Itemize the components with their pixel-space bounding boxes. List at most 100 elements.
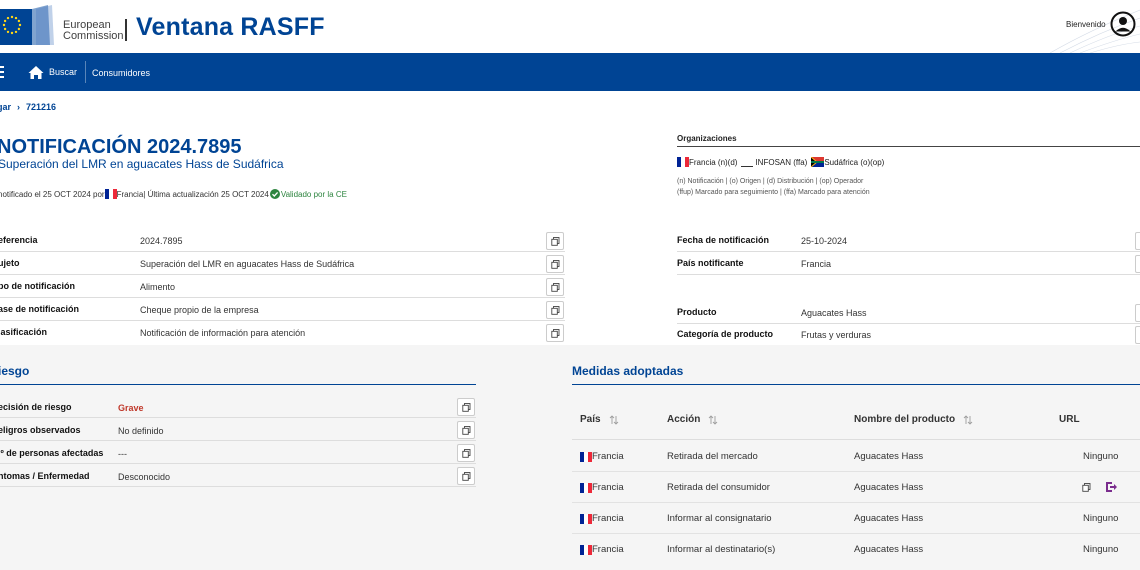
action-cell: Informar al consignatario (667, 513, 772, 524)
risk-value: Desconocido (118, 472, 171, 482)
menu-icon[interactable] (0, 63, 4, 81)
action-cell: Retirada del consumidor (667, 482, 770, 493)
org-france[interactable]: Francia (n)(d) (689, 158, 737, 167)
infosan-icon (741, 158, 754, 167)
breadcrumb-parent[interactable]: gar (0, 102, 11, 112)
south-africa-flag-icon (811, 157, 825, 167)
organizations-legend: (n) Notificación | (o) Origen | (d) Dist… (677, 176, 870, 198)
user-account-icon[interactable] (1110, 11, 1136, 37)
measures-table-row: Francia Retirada del mercado Aguacates H… (572, 441, 1140, 472)
nav-search-link[interactable]: Buscar (49, 67, 77, 77)
copy-icon (550, 236, 559, 246)
url-cell: Ninguno (1083, 544, 1119, 555)
top-header: European Commission Ventana RASFF Bienve… (0, 0, 1140, 53)
column-header-label: Acción (667, 414, 701, 425)
copy-button[interactable] (546, 232, 564, 250)
sort-icon (609, 414, 618, 425)
copy-icon (461, 448, 470, 458)
copy-button[interactable] (546, 278, 564, 296)
copy-button[interactable] (457, 444, 475, 462)
breadcrumb-current: 721216 (26, 102, 57, 112)
risk-value: --- (118, 449, 127, 459)
copy-button[interactable] (457, 398, 475, 416)
france-flag-icon (104, 189, 117, 199)
copy-button[interactable] (546, 301, 564, 319)
action-cell: Informar al destinatario(s) (667, 544, 776, 555)
detail-label: lasificación (0, 327, 48, 337)
main-navigation: Buscar Consumidores (0, 53, 1140, 91)
column-header-url: URL (1059, 414, 1080, 425)
app-title[interactable]: Ventana RASFF (136, 13, 325, 42)
copy-icon (550, 282, 559, 292)
copy-button[interactable] (1135, 326, 1140, 344)
european-commission-logo[interactable] (0, 5, 60, 45)
country-cell: Francia (580, 482, 624, 493)
column-header-product[interactable]: Nombre del producto (854, 414, 973, 425)
copy-button[interactable] (546, 255, 564, 273)
nav-consumers-link[interactable]: Consumidores (92, 68, 150, 78)
country-cell: Francia (580, 544, 624, 555)
sort-icon (963, 414, 973, 425)
column-header-label: Nombre del producto (854, 414, 956, 425)
detail-value: Notificación de información para atenció… (140, 328, 306, 338)
risk-label: ntomas / Enfermedad (0, 471, 90, 481)
risk-label: .º de personas afectadas (0, 448, 104, 458)
measures-section-divider (572, 384, 1140, 385)
breadcrumb: gar › 721216 (0, 102, 56, 112)
detail-value: Cheque propio de la empresa (140, 305, 259, 315)
detail-row: ujeto Superación del LMR en aguacates Ha… (0, 253, 565, 275)
copy-button[interactable] (1135, 304, 1140, 322)
copy-button[interactable] (1135, 232, 1140, 250)
organizations-title: Organizaciones (677, 134, 737, 143)
country-name: Francia (592, 544, 624, 555)
risk-decision-value: Grave (118, 403, 144, 413)
detail-label: Producto (677, 307, 717, 317)
risk-label: eligros observados (0, 425, 81, 435)
detail-value: Frutas y verduras (801, 330, 872, 340)
url-cell: Ninguno (1083, 451, 1119, 462)
column-header-country[interactable]: País (580, 414, 619, 425)
home-icon[interactable] (28, 65, 44, 80)
product-cell: Aguacates Hass (854, 544, 924, 555)
meta-notified: notificado el 25 OCT 2024 por (0, 189, 105, 199)
copy-button[interactable] (457, 421, 475, 439)
column-header-label: País (580, 414, 601, 425)
france-flag-icon (580, 482, 592, 493)
copy-icon (461, 402, 470, 412)
copy-button[interactable] (546, 324, 564, 342)
risk-value: No definido (118, 426, 164, 436)
measures-table-row: Francia Informar al destinatario(s) Agua… (572, 534, 1140, 565)
sort-icon (709, 414, 718, 425)
copy-button[interactable] (1135, 255, 1140, 273)
copy-button[interactable] (457, 467, 475, 485)
organizations-divider (677, 146, 1140, 147)
column-header-action[interactable]: Acción (667, 414, 718, 425)
product-cell: Aguacates Hass (854, 451, 924, 462)
risk-label: ecisión de riesgo (0, 402, 72, 412)
ec-logo-text: European Commission (63, 20, 124, 42)
organizations-list: Francia (n)(d) INFOSAN (ffa) Sudáfrica (… (677, 157, 884, 167)
org-south-africa[interactable]: Sudáfrica (o)(op) (824, 158, 884, 167)
country-cell: Francia (580, 451, 624, 462)
column-header-label: URL (1059, 414, 1080, 425)
measures-table-row: Francia Retirada del consumidor Aguacate… (572, 472, 1140, 503)
detail-row: Fecha de notificación 25-10-2024 (677, 230, 1140, 252)
copy-icon (550, 328, 559, 338)
country-name: Francia (592, 482, 624, 493)
france-flag-icon (677, 157, 689, 167)
detail-value: Aguacates Hass (801, 308, 867, 318)
copy-icon (550, 305, 559, 315)
open-link-icon[interactable] (1105, 481, 1117, 493)
detail-row: eferencia 2024.7895 (0, 230, 565, 252)
detail-row: ase de notificación Cheque propio de la … (0, 299, 565, 321)
header-divider (125, 19, 127, 41)
legend-line-1: (n) Notificación | (o) Origen | (d) Dist… (677, 178, 864, 185)
validated-label: Validado por la CE (280, 189, 347, 199)
measures-table-row: Francia Informar al consignatario Aguaca… (572, 503, 1140, 534)
org-infosan[interactable]: INFOSAN (ffa) (755, 158, 807, 167)
validated-status: Validado por la CE (269, 189, 347, 199)
meta-updated: | Última actualización 25 OCT 2024 (143, 189, 269, 199)
detail-value: Superación del LMR en aguacates Hass de … (140, 259, 355, 269)
copy-icon[interactable] (1082, 482, 1091, 492)
url-cell: Ninguno (1083, 513, 1119, 524)
